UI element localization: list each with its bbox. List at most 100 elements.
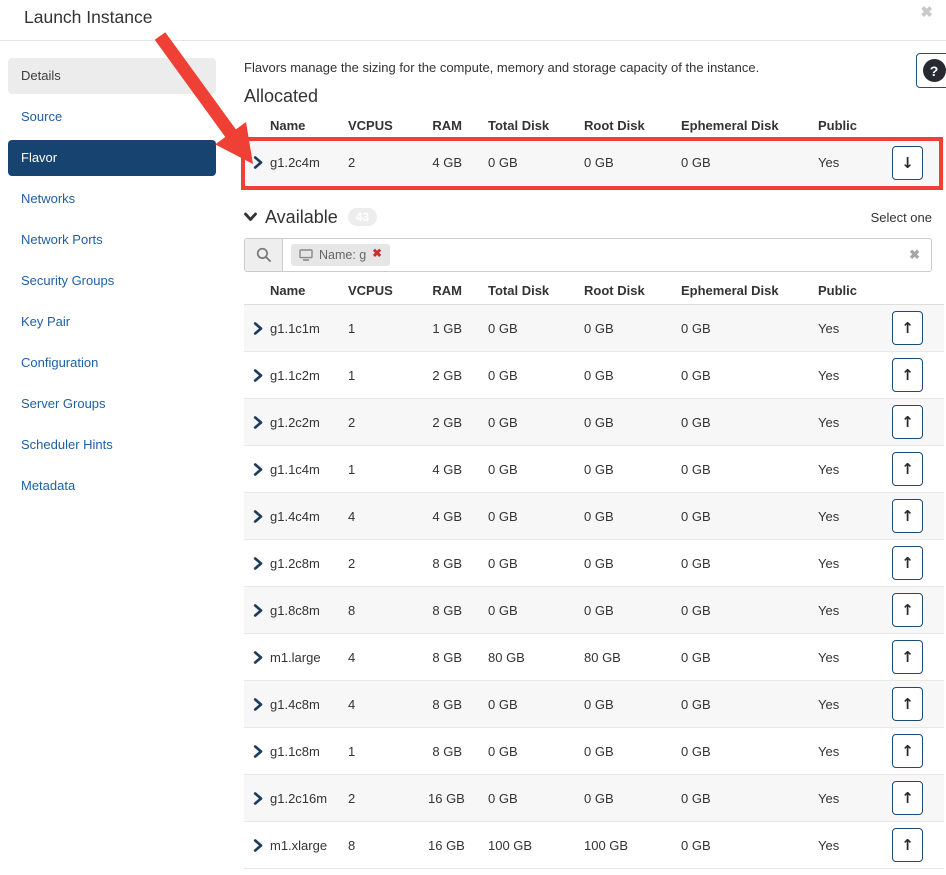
page-title: Launch Instance <box>24 7 153 27</box>
column-header-root-disk: Root Disk <box>584 118 645 133</box>
cell-ephemeral-disk: 0 GB <box>681 555 711 571</box>
step-description: Flavors manage the sizing for the comput… <box>244 60 760 75</box>
remove-filter-icon[interactable]: ✖ <box>372 249 382 261</box>
cell-name: g1.2c16m <box>270 790 328 806</box>
cell-name: g1.1c8m <box>270 743 320 759</box>
chevron-down-icon[interactable] <box>244 212 257 222</box>
expand-chevron-icon[interactable] <box>244 791 270 805</box>
cell-public: Yes <box>818 790 840 806</box>
cell-root-disk: 0 GB <box>584 602 614 618</box>
cell-total-disk: 0 GB <box>488 790 518 806</box>
sidebar-item-key-pair[interactable]: Key Pair <box>8 304 216 340</box>
cell-ephemeral-disk: 0 GB <box>681 461 711 477</box>
monitor-icon <box>299 249 313 261</box>
cell-public: Yes <box>818 555 840 571</box>
allocated-flavors-table: Name VCPUS RAM Total Disk Root Disk Ephemeral… <box>244 112 944 185</box>
sidebar-item-metadata[interactable]: Metadata <box>8 468 216 504</box>
sidebar-item-source[interactable]: Source <box>8 99 216 135</box>
sidebar-item-flavor[interactable]: Flavor <box>8 140 216 176</box>
table-header-row: Name VCPUS RAM Total Disk Root Disk Ephemeral… <box>244 112 944 140</box>
cell-name: g1.1c2m <box>270 367 320 383</box>
expand-chevron-icon[interactable] <box>244 368 270 382</box>
cell-root-disk: 0 GB <box>584 367 614 383</box>
sidebar-item-network-ports[interactable]: Network Ports <box>8 222 216 258</box>
allocate-flavor-button[interactable]: ↑ <box>892 405 923 439</box>
cell-ram: 2 GB <box>432 414 462 430</box>
cell-root-disk: 0 GB <box>584 320 614 336</box>
cell-vcpus: 1 <box>348 743 356 759</box>
column-header-name: Name <box>270 283 306 298</box>
allocated-section-title: Allocated <box>244 86 319 106</box>
cell-public: Yes <box>818 837 840 853</box>
filter-tag-label: Name: g <box>319 248 367 262</box>
expand-chevron-icon[interactable] <box>244 697 270 711</box>
cell-ephemeral-disk: 0 GB <box>681 367 711 383</box>
allocate-flavor-button[interactable]: ↑ <box>892 781 923 815</box>
cell-ephemeral-disk: 0 GB <box>681 414 711 430</box>
cell-total-disk: 0 GB <box>488 320 518 336</box>
cell-root-disk: 0 GB <box>584 414 614 430</box>
cell-ephemeral-disk: 0 GB <box>681 155 711 170</box>
sidebar-item-configuration[interactable]: Configuration <box>8 345 216 381</box>
cell-vcpus: 8 <box>348 837 356 853</box>
cell-ram: 4 GB <box>432 508 462 524</box>
allocate-flavor-button[interactable]: ↑ <box>892 640 923 674</box>
expand-chevron-icon[interactable] <box>244 509 270 523</box>
expand-chevron-icon[interactable] <box>244 603 270 617</box>
clear-search-icon[interactable]: ✖ <box>909 247 920 263</box>
allocate-flavor-button[interactable]: ↑ <box>892 311 923 345</box>
cell-name: g1.1c4m <box>270 461 320 477</box>
flavor-row-g1-1c8m: g1.1c8m 1 8 GB 0 GB 0 GB 0 GB Yes ↑ <box>244 728 944 775</box>
cell-public: Yes <box>818 508 840 524</box>
cell-ephemeral-disk: 0 GB <box>681 790 711 806</box>
cell-name: g1.4c4m <box>270 508 320 524</box>
cell-name: g1.2c8m <box>270 555 320 571</box>
cell-ram: 8 GB <box>432 555 462 571</box>
available-flavors-table: Name VCPUS RAM Total Disk Root Disk Ephemeral… <box>244 277 944 869</box>
expand-chevron-icon[interactable] <box>244 462 270 476</box>
sidebar-item-networks[interactable]: Networks <box>8 181 216 217</box>
cell-vcpus: 2 <box>348 414 356 430</box>
allocate-flavor-button[interactable]: ↑ <box>892 593 923 627</box>
allocate-flavor-button[interactable]: ↑ <box>892 546 923 580</box>
expand-chevron-icon[interactable] <box>244 321 270 335</box>
allocate-flavor-button[interactable]: ↑ <box>892 499 923 533</box>
column-header-public: Public <box>818 283 858 298</box>
cell-total-disk: 0 GB <box>488 155 518 170</box>
flavor-row-g1-2c4m: g1.2c4m 2 4 GB 0 GB 0 GB 0 GB Yes ↓ <box>244 140 944 185</box>
allocate-flavor-button[interactable]: ↑ <box>892 734 923 768</box>
sidebar-item-details[interactable]: Details <box>8 58 216 94</box>
flavor-row-m1-large: m1.large 4 8 GB 80 GB 80 GB 0 GB Yes ↑ <box>244 634 944 681</box>
allocate-flavor-button[interactable]: ↑ <box>892 452 923 486</box>
sidebar-item-scheduler-hints[interactable]: Scheduler Hints <box>8 427 216 463</box>
cell-name: g1.1c1m <box>270 320 320 336</box>
flavor-row-m1-xlarge: m1.xlarge 8 16 GB 100 GB 100 GB 0 GB Yes ↑ <box>244 822 944 869</box>
expand-chevron-icon[interactable] <box>244 744 270 758</box>
column-header-root-disk: Root Disk <box>584 283 645 298</box>
sidebar-item-security-groups[interactable]: Security Groups <box>8 263 216 299</box>
flavor-filter-searchbar[interactable]: Name: g ✖ ✖ <box>244 238 932 272</box>
cell-public: Yes <box>818 461 840 477</box>
expand-chevron-icon[interactable] <box>244 650 270 664</box>
column-header-ephemeral-disk: Ephemeral Disk <box>681 283 779 298</box>
cell-root-disk: 0 GB <box>584 155 614 170</box>
column-header-vcpus: VCPUS <box>348 118 393 133</box>
column-header-name: Name <box>270 118 306 133</box>
allocate-flavor-button[interactable]: ↑ <box>892 687 923 721</box>
expand-chevron-icon[interactable] <box>244 415 270 429</box>
search-icon <box>245 239 283 271</box>
cell-ram: 8 GB <box>432 649 462 665</box>
allocate-flavor-button[interactable]: ↑ <box>892 358 923 392</box>
expand-chevron-icon[interactable] <box>244 556 270 570</box>
cell-public: Yes <box>818 367 840 383</box>
flavor-row-g1-4c8m: g1.4c8m 4 8 GB 0 GB 0 GB 0 GB Yes ↑ <box>244 681 944 728</box>
close-icon[interactable]: ✖ <box>920 3 933 21</box>
sidebar-item-server-groups[interactable]: Server Groups <box>8 386 216 422</box>
cell-name: g1.2c4m <box>270 155 320 170</box>
cell-vcpus: 4 <box>348 649 356 665</box>
allocate-flavor-button[interactable]: ↑ <box>892 828 923 862</box>
deallocate-flavor-button[interactable]: ↓ <box>892 145 923 180</box>
cell-ephemeral-disk: 0 GB <box>681 508 711 524</box>
expand-chevron-icon[interactable] <box>244 156 270 169</box>
expand-chevron-icon[interactable] <box>244 838 270 852</box>
